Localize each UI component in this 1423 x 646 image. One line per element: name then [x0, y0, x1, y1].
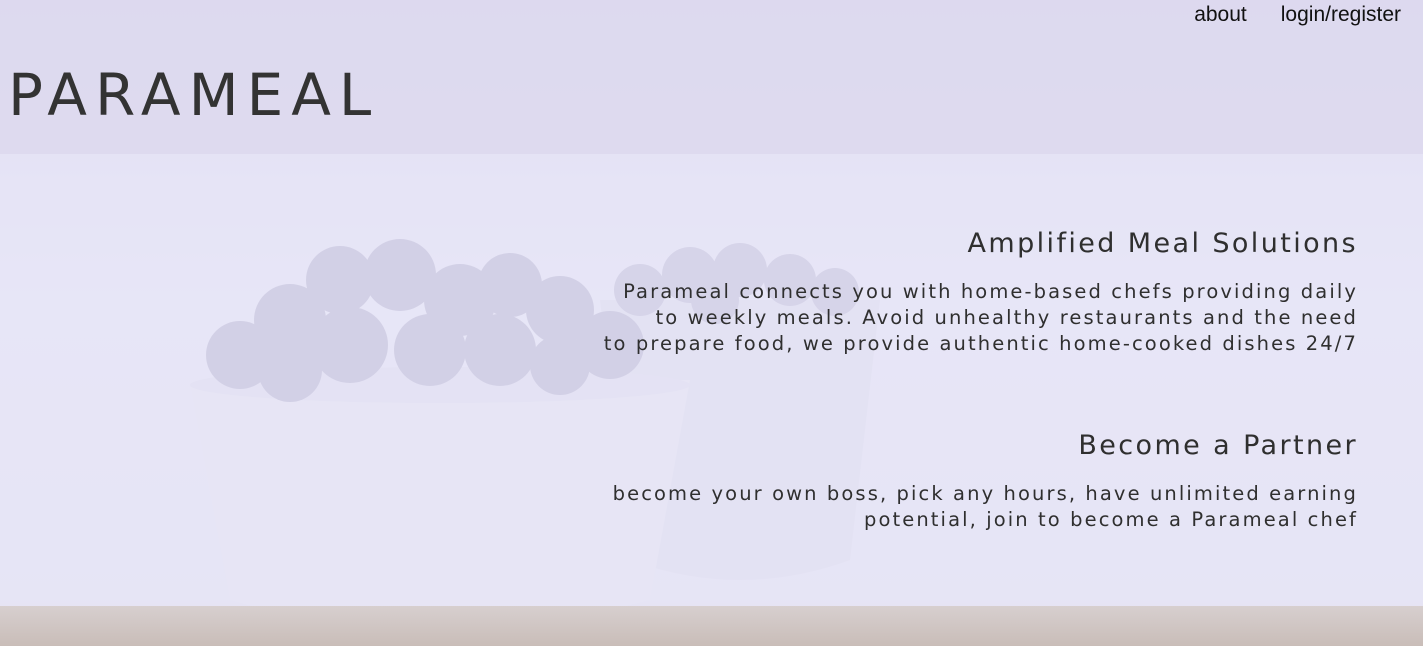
top-nav: about login/register — [1194, 3, 1401, 27]
section-title: Become a Partner — [1078, 430, 1358, 461]
site-logo[interactable]: PARAMEAL — [8, 66, 379, 124]
description-line: to prepare food, we provide authentic ho… — [603, 332, 1358, 355]
nav-link-login-register[interactable]: login/register — [1281, 3, 1401, 27]
description-line: potential, join to become a Parameal che… — [864, 508, 1358, 531]
table-surface — [0, 606, 1423, 646]
section-amplified-meal-solutions: Amplified Meal Solutions Parameal connec… — [538, 228, 1358, 357]
section-title: Amplified Meal Solutions — [967, 228, 1358, 259]
nav-link-about[interactable]: about — [1194, 3, 1247, 27]
section-description: Parameal connects you with home-based ch… — [538, 279, 1358, 357]
description-line: become your own boss, pick any hours, ha… — [612, 482, 1358, 505]
description-line: Parameal connects you with home-based ch… — [623, 280, 1358, 303]
hero-panel: Amplified Meal Solutions Parameal connec… — [0, 154, 1423, 606]
description-line: to weekly meals. Avoid unhealthy restaur… — [655, 306, 1358, 329]
section-become-a-partner: Become a Partner become your own boss, p… — [538, 430, 1358, 533]
site-header: about login/register PARAMEAL — [0, 0, 1423, 154]
section-description: become your own boss, pick any hours, ha… — [538, 481, 1358, 533]
